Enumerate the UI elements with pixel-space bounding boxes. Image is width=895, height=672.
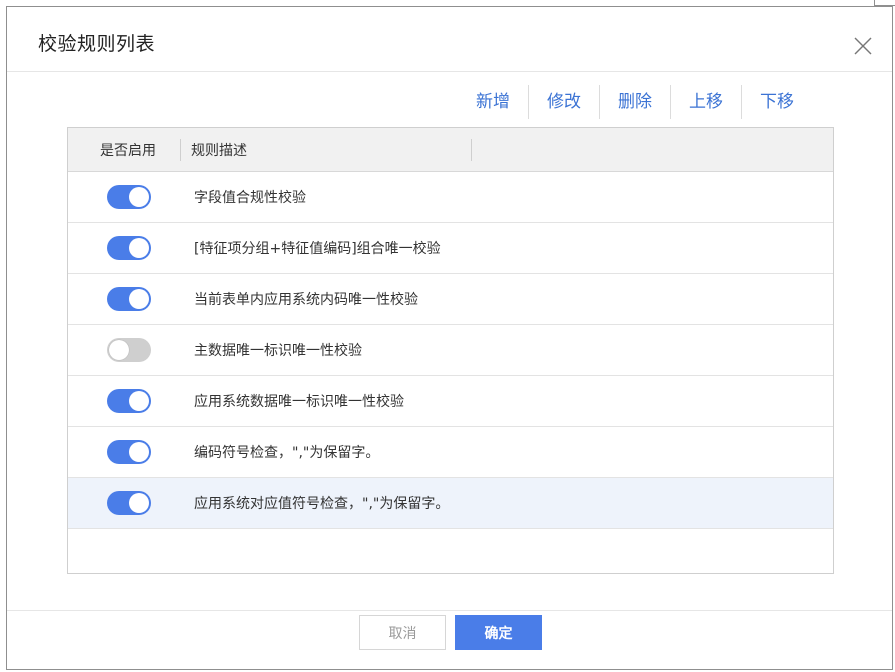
rule-description: [特征项分组+特征值编码]组合唯一校验 xyxy=(194,241,441,257)
rule-grid: 是否启用 规则描述 字段值合规性校验 [特征项分组+特征值编码]组合唯一校验 当… xyxy=(67,127,834,574)
column-header-enabled[interactable]: 是否启用 xyxy=(68,140,180,160)
toggle-knob xyxy=(129,442,149,462)
toggle-knob xyxy=(129,493,149,513)
rule-description: 应用系统对应值符号检查，","为保留字。 xyxy=(194,496,450,512)
column-divider xyxy=(471,138,472,161)
table-row[interactable]: 应用系统数据唯一标识唯一性校验 xyxy=(68,376,833,427)
dialog-title: 校验规则列表 xyxy=(38,33,156,55)
confirm-button[interactable]: 确定 xyxy=(455,615,542,650)
rule-list-dialog: 校验规则列表 新增 修改 删除 上移 下移 是否启用 规则描述 字段值合规性校验 xyxy=(6,6,893,670)
edit-button[interactable]: 修改 xyxy=(529,85,599,119)
cancel-button[interactable]: 取消 xyxy=(359,615,446,650)
toggle-knob xyxy=(129,238,149,258)
table-row[interactable]: 当前表单内应用系统内码唯一性校验 xyxy=(68,274,833,325)
table-row[interactable]: 应用系统对应值符号检查，","为保留字。 xyxy=(68,478,833,529)
table-row[interactable]: [特征项分组+特征值编码]组合唯一校验 xyxy=(68,223,833,274)
table-row[interactable]: 字段值合规性校验 xyxy=(68,172,833,223)
rule-description: 字段值合规性校验 xyxy=(194,190,306,206)
footer-divider xyxy=(7,610,892,611)
toggle-knob xyxy=(129,391,149,411)
toggle-knob xyxy=(129,289,149,309)
enable-toggle[interactable] xyxy=(107,236,151,260)
enable-toggle[interactable] xyxy=(107,389,151,413)
add-button[interactable]: 新增 xyxy=(458,85,528,119)
move-up-button[interactable]: 上移 xyxy=(671,85,741,119)
column-header-description[interactable]: 规则描述 xyxy=(181,140,471,160)
rule-description: 主数据唯一标识唯一性校验 xyxy=(194,343,362,359)
move-down-button[interactable]: 下移 xyxy=(742,85,812,119)
table-row[interactable]: 主数据唯一标识唯一性校验 xyxy=(68,325,833,376)
table-row[interactable]: 编码符号检查，","为保留字。 xyxy=(68,427,833,478)
toggle-knob xyxy=(129,187,149,207)
enable-toggle[interactable] xyxy=(107,185,151,209)
close-icon[interactable] xyxy=(850,33,876,59)
toggle-knob xyxy=(109,340,129,360)
rule-description: 当前表单内应用系统内码唯一性校验 xyxy=(194,292,418,308)
grid-header: 是否启用 规则描述 xyxy=(68,128,833,172)
enable-toggle[interactable] xyxy=(107,287,151,311)
enable-toggle[interactable] xyxy=(107,440,151,464)
enable-toggle[interactable] xyxy=(107,491,151,515)
header-divider xyxy=(7,71,892,72)
enable-toggle[interactable] xyxy=(107,338,151,362)
rule-description: 应用系统数据唯一标识唯一性校验 xyxy=(194,394,404,410)
toolbar: 新增 修改 删除 上移 下移 xyxy=(458,85,812,119)
delete-button[interactable]: 删除 xyxy=(600,85,670,119)
rule-description: 编码符号检查，","为保留字。 xyxy=(194,445,380,461)
